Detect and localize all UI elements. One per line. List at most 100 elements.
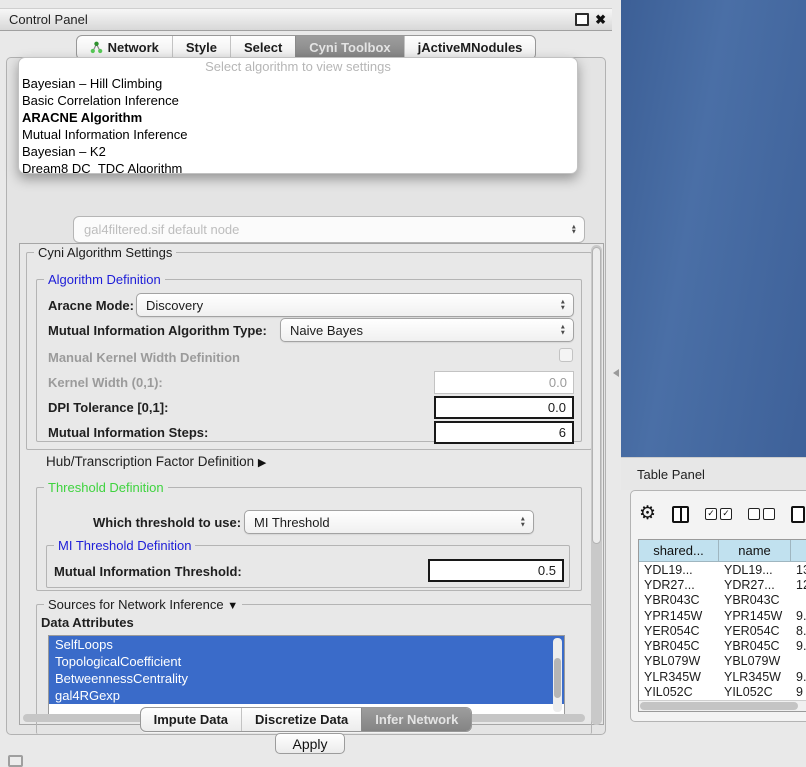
cyni-settings-title: Cyni Algorithm Settings xyxy=(34,245,176,260)
attribute-item[interactable]: TopologicalCoefficient xyxy=(49,653,564,670)
cytoscape-desktop: GALGAL80GAL10GAL11GAL1SWI4GAL4GCY1HAP4YH… xyxy=(621,0,806,457)
table-row[interactable]: YBR045CYBR045C9. xyxy=(639,638,806,653)
hub-section-label[interactable]: Hub/Transcription Factor Definition ▶ xyxy=(46,454,266,469)
collapse-down-icon[interactable]: ▼ xyxy=(227,600,238,612)
which-threshold-combo[interactable]: MI Threshold ▲▼ xyxy=(244,510,534,534)
table-cell: 9 xyxy=(791,684,806,699)
which-threshold-label: Which threshold to use: xyxy=(93,515,241,530)
table-row[interactable]: YER054CYER054C8. xyxy=(639,623,806,638)
manual-kernel-checkbox[interactable] xyxy=(559,348,573,362)
tab-cyni-toolbox[interactable]: Cyni Toolbox xyxy=(295,36,403,59)
table-cell: YBR043C xyxy=(639,593,719,608)
stepper-icon: ▲▼ xyxy=(520,517,526,528)
mi-threshold-field[interactable]: 0.5 xyxy=(428,559,564,582)
table-cell: YLR345W xyxy=(719,669,791,684)
table-panel: ⚙ ✓✓ shared...nameA YDL19...YDL19...13YD… xyxy=(630,490,806,722)
bottom-tab-impute-data-label: Impute Data xyxy=(154,712,228,727)
table-row[interactable]: YDL19...YDL19...13 xyxy=(639,562,806,577)
attribute-item[interactable]: SelfLoops xyxy=(49,636,564,653)
deselect-all-checkboxes-icon[interactable] xyxy=(748,508,775,520)
algorithm-option[interactable]: Dream8 DC_TDC Algorithm xyxy=(19,160,577,174)
table-row[interactable]: YDR27...YDR27...12 xyxy=(639,577,806,592)
stepper-icon: ▲▼ xyxy=(571,224,577,235)
control-panel-titlebar: Control Panel ✖ xyxy=(0,8,612,31)
columns-icon[interactable] xyxy=(672,506,689,523)
apply-button-label: Apply xyxy=(292,736,327,752)
gear-icon[interactable]: ⚙ xyxy=(639,504,656,524)
threshold-definition-title: Threshold Definition xyxy=(44,480,168,495)
expand-right-icon[interactable]: ▶ xyxy=(258,457,266,469)
bottom-tabs: Impute Data Discretize Data Infer Network xyxy=(140,707,473,732)
close-panel-icon[interactable]: ✖ xyxy=(595,15,606,25)
table-toolbar: ⚙ ✓✓ xyxy=(639,501,805,527)
column-header-name[interactable]: name xyxy=(719,540,791,561)
table-row[interactable]: YPR145WYPR145W9. xyxy=(639,608,806,623)
table-cell: YIL052C xyxy=(639,684,719,699)
table-cell: 8. xyxy=(791,623,806,638)
network-selector-combo[interactable]: gal4filtered.sif default node ▲▼ xyxy=(73,216,585,243)
tab-network[interactable]: Network xyxy=(77,36,172,59)
dpi-tolerance-field[interactable]: 0.0 xyxy=(434,396,574,419)
column-header-shared-name[interactable]: shared... xyxy=(639,540,719,561)
tab-style-label: Style xyxy=(186,40,217,55)
sources-title-text: Sources for Network Inference xyxy=(48,597,224,612)
app-root: { "control_panel": { "title": "Control P… xyxy=(0,0,806,762)
algorithm-option[interactable]: Bayesian – Hill Climbing xyxy=(19,75,577,92)
aracne-mode-combo[interactable]: Discovery ▲▼ xyxy=(136,293,574,317)
table-cell: YIL052C xyxy=(719,684,791,699)
column-header-clipped[interactable]: A xyxy=(791,540,806,561)
table-row[interactable]: YIL052CYIL052C9 xyxy=(639,684,806,699)
mi-steps-field[interactable]: 6 xyxy=(434,421,574,444)
bottom-tab-impute-data[interactable]: Impute Data xyxy=(141,708,241,731)
control-panel-title: Control Panel xyxy=(9,12,88,27)
float-window-icon[interactable] xyxy=(575,13,589,26)
data-attributes-label: Data Attributes xyxy=(41,615,134,630)
table-row[interactable]: YLR345WYLR345W9. xyxy=(639,669,806,684)
algorithm-option[interactable]: Bayesian – K2 xyxy=(19,143,577,160)
mi-steps-value: 6 xyxy=(559,425,566,440)
select-all-checkboxes-icon[interactable]: ✓✓ xyxy=(705,508,732,520)
bottom-tab-discretize-data[interactable]: Discretize Data xyxy=(241,708,361,731)
export-table-icon[interactable] xyxy=(791,506,805,523)
table-cell: 9. xyxy=(791,669,806,684)
attribute-item[interactable]: gal4RGexp xyxy=(49,687,564,704)
kernel-width-field[interactable]: 0.0 xyxy=(434,371,574,394)
algorithm-option[interactable]: Mutual Information Inference xyxy=(19,126,577,143)
table-row[interactable]: YBL079WYBL079W xyxy=(639,654,806,669)
table-cell xyxy=(791,654,806,669)
node-table: shared...nameA YDL19...YDL19...13YDR27..… xyxy=(638,539,806,712)
data-attributes-list[interactable]: SelfLoopsTopologicalCoefficientBetweenne… xyxy=(48,635,565,715)
network-selector-value: gal4filtered.sif default node xyxy=(84,222,239,237)
panel-splitter-handle[interactable] xyxy=(613,369,619,377)
tab-select[interactable]: Select xyxy=(230,36,295,59)
table-cell: 13 xyxy=(791,562,806,577)
attribute-list-scrollbar[interactable] xyxy=(553,638,562,712)
sources-title[interactable]: Sources for Network Inference ▼ xyxy=(44,597,242,612)
which-threshold-value: MI Threshold xyxy=(254,515,330,530)
table-cell: YDL19... xyxy=(719,562,791,577)
table-horizontal-scrollbar[interactable] xyxy=(639,700,806,711)
attribute-item[interactable]: BetweennessCentrality xyxy=(49,670,564,687)
apply-button[interactable]: Apply xyxy=(275,733,345,754)
tab-jactivemnodules[interactable]: jActiveMNodules xyxy=(404,36,536,59)
tab-cyni-toolbox-label: Cyni Toolbox xyxy=(309,40,390,55)
algorithm-option[interactable]: ARACNE Algorithm xyxy=(19,109,577,126)
bottom-tab-infer-network[interactable]: Infer Network xyxy=(361,708,471,731)
aracne-mode-value: Discovery xyxy=(146,298,203,313)
table-cell: YBL079W xyxy=(719,654,791,669)
docked-panel-icon[interactable] xyxy=(8,755,23,767)
table-cell xyxy=(791,593,806,608)
algorithm-definition-title: Algorithm Definition xyxy=(44,272,165,287)
bottom-tab-discretize-data-label: Discretize Data xyxy=(255,712,348,727)
algorithm-option[interactable]: Basic Correlation Inference xyxy=(19,92,577,109)
stepper-icon: ▲▼ xyxy=(560,300,566,311)
table-cell: YBR045C xyxy=(719,638,791,653)
table-row[interactable]: YBR043CYBR043C xyxy=(639,593,806,608)
settings-vertical-scrollbar[interactable] xyxy=(591,245,602,725)
mi-type-combo[interactable]: Naive Bayes ▲▼ xyxy=(280,318,574,342)
algorithm-dropdown-prompt: Select algorithm to view settings xyxy=(19,59,577,75)
tab-jactivemnodules-label: jActiveMNodules xyxy=(418,40,523,55)
tab-style[interactable]: Style xyxy=(172,36,230,59)
algorithm-dropdown-popup: Select algorithm to view settings Bayesi… xyxy=(18,57,578,174)
table-cell: YDR27... xyxy=(639,577,719,592)
